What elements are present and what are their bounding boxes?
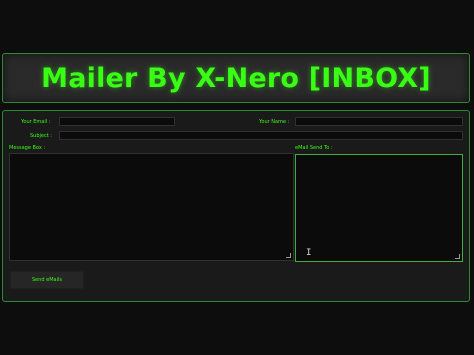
send-emails-button[interactable]: Send eMails [10, 271, 84, 289]
page-title: Mailer By X-Nero [INBOX] [41, 62, 431, 94]
text-cursor-icon: I [306, 248, 312, 258]
your-name-label: Your Name : [259, 119, 290, 125]
send-to-label: eMail Send To : [295, 145, 333, 151]
subject-label: Subject : [30, 133, 52, 139]
mailer-form: Your Email : Your Name : Subject : Messa… [2, 110, 470, 302]
your-email-label: Your Email : [21, 119, 51, 125]
your-email-input[interactable] [59, 117, 175, 126]
message-textarea[interactable] [9, 153, 294, 261]
header-banner: Mailer By X-Nero [INBOX] [2, 53, 470, 103]
subject-input[interactable] [59, 131, 463, 140]
resize-grip-icon[interactable] [455, 254, 460, 259]
message-box-label: Message Box : [9, 145, 46, 151]
resize-grip-icon[interactable] [286, 253, 291, 258]
send-to-textarea[interactable] [295, 154, 463, 262]
your-name-input[interactable] [295, 117, 463, 126]
